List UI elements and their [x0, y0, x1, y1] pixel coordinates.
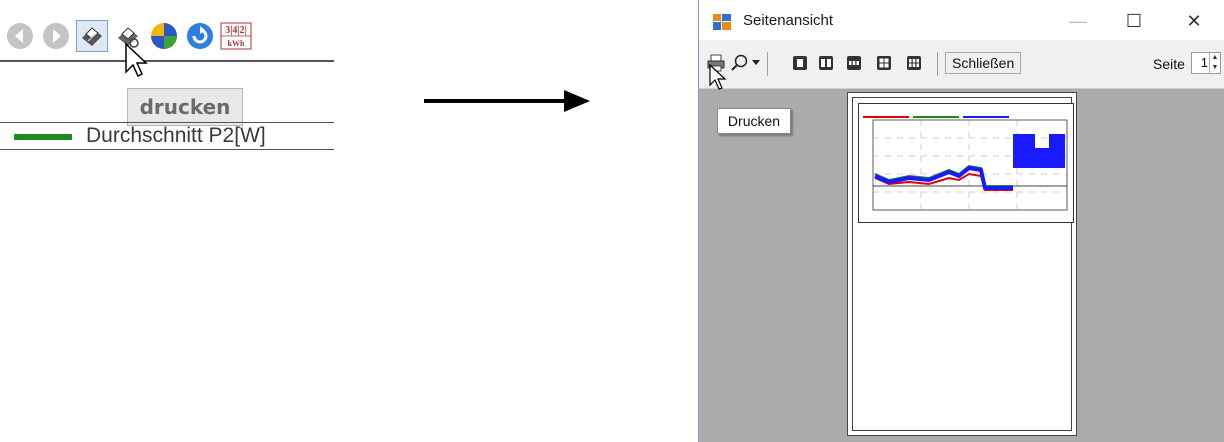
print-tooltip: drucken — [127, 88, 243, 126]
back-icon — [7, 23, 33, 49]
four-pages-icon — [877, 56, 891, 70]
window-title: Seitenansicht — [743, 12, 834, 29]
zoom-dropdown-icon — [752, 60, 760, 65]
print-button[interactable] — [76, 20, 108, 52]
one-page-button[interactable] — [791, 54, 809, 72]
app-toolbar-area: 3|4|2| kWh drucken Durchschnitt P2[W] — [0, 0, 340, 160]
spinner-arrows-icon[interactable]: ▲ ▼ — [1209, 53, 1220, 73]
mouse-cursor-icon — [709, 64, 727, 90]
page-chart-graphic — [863, 116, 1068, 211]
forward-icon — [43, 23, 69, 49]
toolbar-separator — [937, 52, 938, 76]
pie-chart-icon — [151, 23, 177, 49]
energy-counter-digits: 3|4|2| — [225, 25, 247, 36]
app-toolbar: 3|4|2| kWh — [4, 14, 330, 58]
print-icon — [82, 27, 102, 46]
three-pages-icon — [847, 56, 861, 70]
print-tooltip: Drucken — [717, 108, 791, 134]
zoom-dropdown[interactable] — [751, 54, 761, 72]
toolbar-separator — [767, 52, 768, 76]
six-pages-button[interactable] — [905, 54, 923, 72]
refresh-button[interactable] — [184, 20, 216, 52]
toolbar-divider — [0, 60, 334, 62]
legend-blue-swatch — [963, 116, 1009, 118]
series-blue-block-3 — [1049, 134, 1065, 168]
close-window-button[interactable]: ✕ — [1179, 8, 1209, 34]
two-pages-button[interactable] — [817, 54, 835, 72]
legend-red-swatch — [863, 116, 909, 118]
legend-green-swatch — [913, 116, 959, 118]
six-pages-icon — [907, 56, 921, 70]
forward-button[interactable] — [40, 20, 72, 52]
pie-chart-button[interactable] — [148, 20, 180, 52]
close-preview-button[interactable]: Schließen — [945, 52, 1022, 74]
one-page-icon — [793, 56, 807, 70]
page-chart-thumbnail — [858, 103, 1074, 223]
back-button[interactable] — [4, 20, 36, 52]
legend-label: Durchschnitt P2[W] — [86, 124, 266, 147]
zoom-icon — [731, 54, 748, 71]
legend-divider-top — [0, 122, 334, 123]
chart-legend-row: Durchschnitt P2[W] — [0, 122, 334, 150]
preview-page — [847, 92, 1077, 436]
app-window-icon — [713, 14, 731, 30]
preview-toolbar: Schließen Seite 1 ▲ ▼ — [699, 40, 1224, 89]
page-number-spinner[interactable]: 1 ▲ ▼ — [1191, 52, 1221, 74]
zoom-button[interactable] — [731, 54, 749, 72]
series-blue-block-2 — [1035, 148, 1049, 168]
legend-divider-bottom — [0, 149, 334, 150]
minimize-button[interactable]: — — [1063, 8, 1093, 34]
legend-swatch — [14, 134, 72, 140]
energy-counter-icon: 3|4|2| kWh — [220, 22, 252, 50]
refresh-icon — [187, 23, 213, 49]
mouse-cursor-icon — [125, 42, 148, 78]
energy-counter-button[interactable]: 3|4|2| kWh — [220, 20, 252, 52]
page-number-value: 1 — [1200, 55, 1208, 70]
series-blue-block-1 — [1013, 134, 1035, 168]
title-bar: Seitenansicht — ☐ ✕ — [699, 0, 1224, 40]
transition-arrow-icon — [424, 90, 590, 112]
two-pages-icon — [819, 56, 833, 70]
energy-counter-unit: kWh — [228, 39, 245, 48]
maximize-button[interactable]: ☐ — [1119, 8, 1149, 34]
four-pages-button[interactable] — [875, 54, 893, 72]
print-preview-window: Seitenansicht — ☐ ✕ Schließen Seite 1 ▲ … — [698, 0, 1224, 442]
three-pages-button[interactable] — [845, 54, 863, 72]
page-label: Seite — [1153, 56, 1185, 72]
